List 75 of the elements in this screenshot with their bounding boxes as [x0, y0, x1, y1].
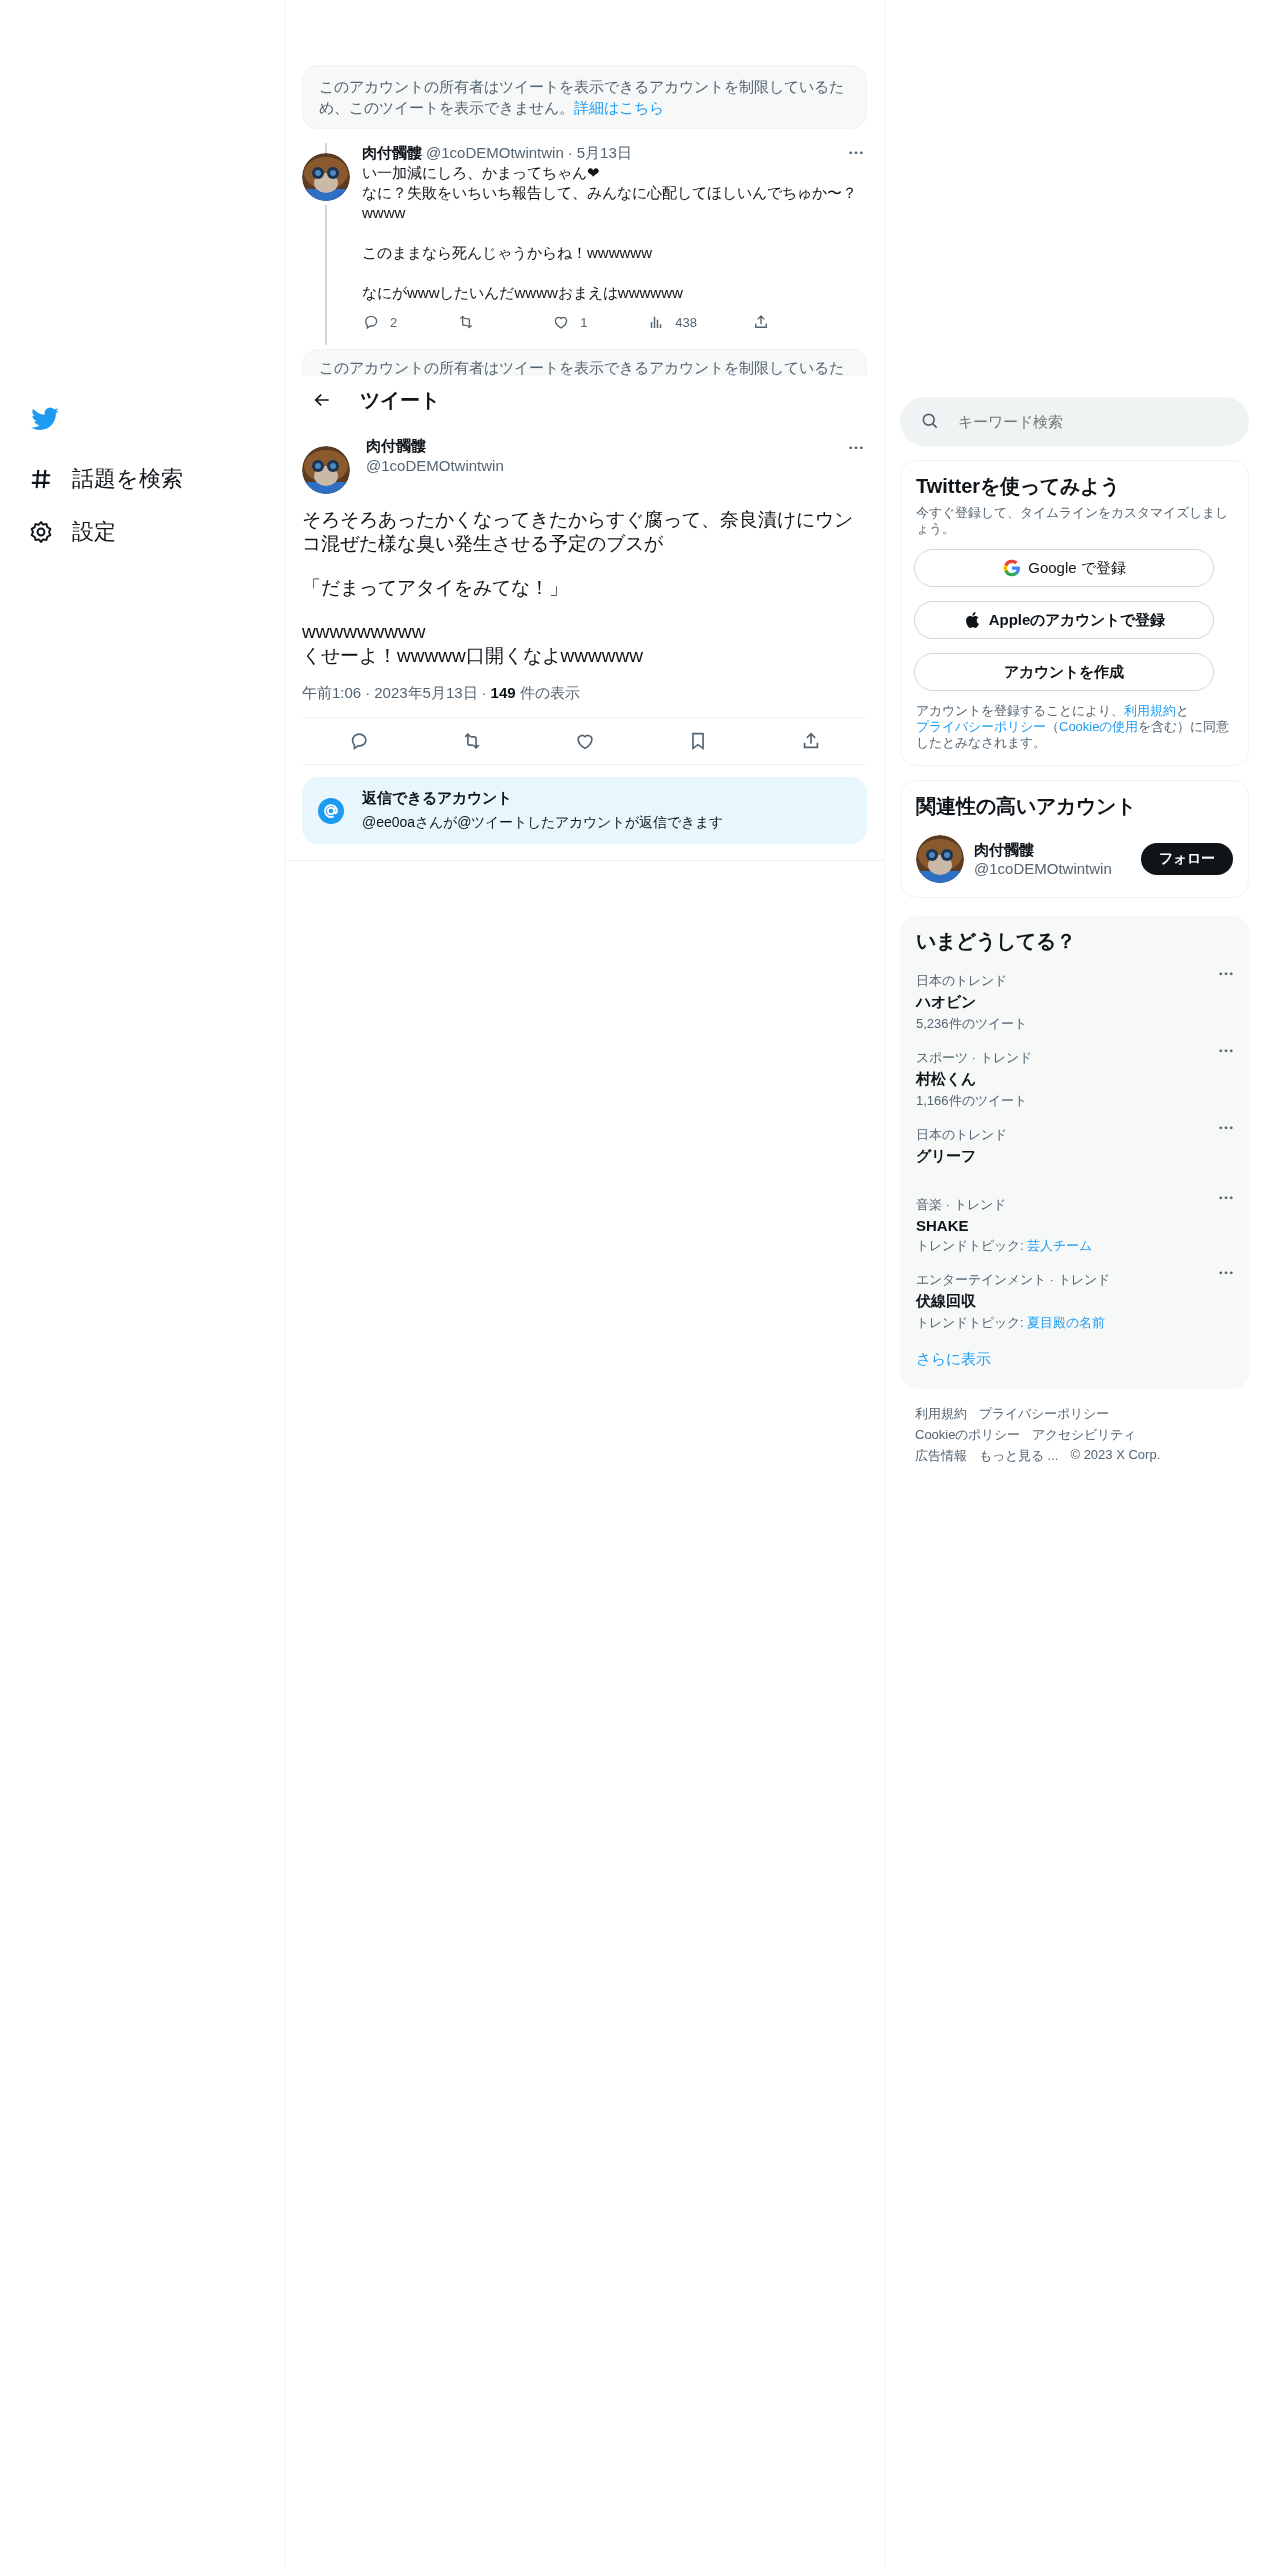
- banner-title: 返信できるアカウント: [362, 789, 513, 808]
- footer-link[interactable]: アクセシビリティ: [1032, 1426, 1137, 1444]
- apple-signup-button[interactable]: Appleのアカウントで登録: [914, 601, 1214, 639]
- search-icon: [920, 411, 940, 431]
- more-icon: [1219, 1271, 1233, 1275]
- footer-link[interactable]: Cookieのポリシー: [915, 1426, 1021, 1444]
- view-label: 件の表示: [519, 684, 580, 703]
- tweet-text-line: wwwwwwwww: [302, 620, 427, 644]
- more-icon: [849, 446, 863, 450]
- copyright-text: © 2023 X Corp.: [1070, 1447, 1161, 1464]
- follow-button[interactable]: フォロー: [1141, 843, 1233, 875]
- more-icon: [1219, 972, 1233, 976]
- notice-text: このアカウントの所有者はツイートを表示できるアカウントを制限しているため、このツイートを表示できません。詳細はこちら: [319, 78, 844, 116]
- trend-name[interactable]: 村松くん: [916, 1070, 1032, 1089]
- trend-category: 日本のトレンド: [916, 972, 1008, 990]
- tweet-text-line: なに？失敗をいちいち報告して、みんなに心配してほしいんでちゅか〜？wwww: [362, 183, 858, 223]
- settings-icon: [28, 519, 54, 545]
- at-sign-icon: [318, 797, 344, 824]
- footer-link[interactable]: プライバシーポリシー: [979, 1405, 1109, 1423]
- author-handle: @1coDEMOtwintwin: [426, 143, 564, 163]
- trend-name[interactable]: グリーフ: [916, 1147, 1007, 1166]
- sidebar-item[interactable]: 話題を検索: [28, 452, 183, 505]
- google-signup-button[interactable]: Google で登録: [914, 549, 1214, 587]
- tweet-text-line: くせーよ！wwwww口開くなよwwwwww: [302, 644, 644, 668]
- card-title: Twitterを使ってみよう: [916, 474, 1122, 499]
- trend-name[interactable]: SHAKE: [916, 1217, 1093, 1234]
- tweet-time: 午前1:06: [302, 684, 362, 703]
- tweet-text-line: なにがwwwしたいんだwwwwおまえはwwwwww: [362, 283, 684, 303]
- create-account-button[interactable]: アカウントを作成: [914, 653, 1214, 691]
- more-icon: [849, 151, 863, 155]
- separator-dot: ·: [365, 684, 371, 703]
- like-button[interactable]: 1: [552, 313, 593, 331]
- views-button[interactable]: 438: [647, 313, 697, 331]
- tweet-date: 5月13日: [576, 143, 632, 163]
- footer-link[interactable]: 利用規約: [915, 1405, 967, 1423]
- separator-dot: ·: [481, 684, 487, 703]
- google-logo-icon: [1002, 558, 1023, 578]
- page-title: ツイート: [360, 387, 440, 413]
- banner-text: @ee0oaさんが@ツイートしたアカウントが返信できます: [362, 814, 724, 832]
- footer-link[interactable]: 広告情報: [915, 1447, 967, 1465]
- reply-button[interactable]: 2: [362, 313, 402, 331]
- topic-label: トレンドトピック:: [916, 1315, 1024, 1330]
- separator-dot: ·: [567, 143, 573, 163]
- view-count: 149: [490, 684, 516, 703]
- more-icon: [1219, 1049, 1233, 1053]
- card-title: 関連性の高いアカウント: [916, 794, 1137, 819]
- tweet-text-line: い一加減にしろ、かまってちゃん❤: [362, 163, 601, 183]
- card-title: いまどうしてる？: [915, 929, 1077, 954]
- search-field[interactable]: キーワード検索: [900, 397, 1249, 446]
- trend-category: 音楽 · トレンド: [916, 1196, 1007, 1214]
- author-name: 肉付髑髏: [366, 436, 426, 456]
- tweet-text-line: このままなら死んじゃうからね！wwwwww: [362, 243, 653, 263]
- account-handle: @1coDEMOtwintwin: [974, 860, 1112, 877]
- account-name: 肉付髑髏: [974, 841, 1035, 860]
- notice-text: このアカウントの所有者はツイートを表示できるアカウントを制限しているた: [319, 359, 844, 376]
- footer-link[interactable]: もっと見る ...: [979, 1447, 1059, 1465]
- tweet-count: 1,166件のツイート: [916, 1092, 1028, 1110]
- trend-category: スポーツ · トレンド: [916, 1049, 1032, 1067]
- more-icon: [1219, 1126, 1233, 1130]
- trend-name[interactable]: 伏線回収: [916, 1292, 1110, 1311]
- topic-label: トレンドトピック:: [916, 1238, 1024, 1253]
- tweet-count: 5,236件のツイート: [916, 1015, 1027, 1033]
- reply-icon: [362, 313, 380, 331]
- tweet-date: 2023年5月13日: [374, 684, 478, 703]
- trend-category: エンターテインメント · トレンド: [916, 1271, 1110, 1289]
- sidebar-item[interactable]: 設定: [28, 505, 116, 558]
- legal-text: アカウントを登録することにより、利用規約 と プライバシーポリシー（Cookieの使用を含む）に同意したとみなされます。: [916, 703, 1231, 751]
- tweet-text-line: そろそろあったかくなってきたからすぐ腐って、奈良漬けにウンコ混ぜた様な臭い発生させる予定のブスが: [302, 508, 854, 556]
- trend-name[interactable]: ハオビン: [916, 993, 1027, 1012]
- more-icon: [1219, 1196, 1233, 1200]
- trend-category: 日本のトレンド: [916, 1126, 1007, 1144]
- author-name: 肉付髑髏: [362, 143, 422, 163]
- author-handle: @1coDEMOtwintwin: [366, 456, 504, 476]
- card-subtitle: 今すぐ登録して、タイムラインをカスタマイズしましょう。: [916, 505, 1229, 537]
- tweet-text-line: 「だまってアタイをみてな！」: [302, 576, 569, 600]
